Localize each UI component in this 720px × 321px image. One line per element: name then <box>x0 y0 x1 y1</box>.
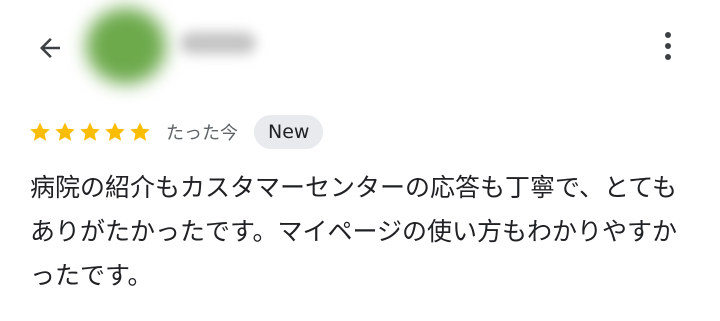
review-detail-screen: たった今 New 病院の紹介もカスタマーセンターの応答も丁寧で、とてもありがたか… <box>0 0 720 321</box>
avatar[interactable] <box>86 8 166 84</box>
author-name-blurred[interactable] <box>180 32 256 54</box>
review-meta: たった今 New <box>28 114 324 150</box>
arrow-back-icon <box>40 38 60 58</box>
star-icon <box>30 122 50 141</box>
back-button[interactable] <box>30 28 70 68</box>
review-text: 病院の紹介もカスタマーセンターの応答も丁寧で、とてもありがたかったです。マイペー… <box>30 173 678 290</box>
star-icon <box>130 122 150 141</box>
new-badge: New <box>254 115 324 149</box>
star-icon <box>105 122 125 141</box>
star-icon <box>55 122 75 141</box>
review-timestamp: たった今 <box>166 123 238 144</box>
more-options-button[interactable] <box>652 26 684 66</box>
more-vert-icon <box>665 32 671 38</box>
star-icon <box>80 122 100 141</box>
star-rating <box>28 120 152 144</box>
